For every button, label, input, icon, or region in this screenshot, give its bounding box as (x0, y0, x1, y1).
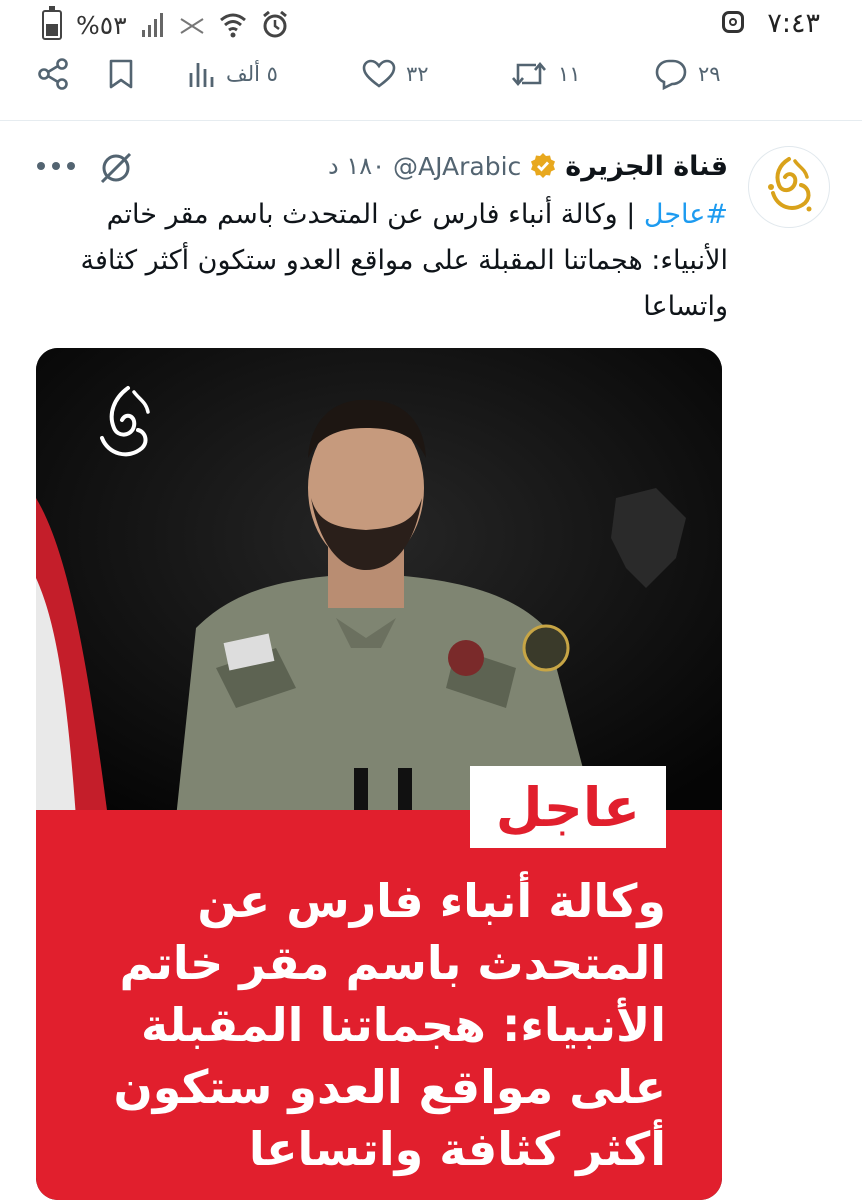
media-photo-background (36, 348, 722, 818)
grok-icon[interactable] (96, 148, 136, 188)
hashtag-link[interactable]: #عاجل (644, 199, 728, 230)
views-count: ٥ ألف (226, 62, 278, 86)
battery-percentage: %٥٣ (76, 10, 127, 40)
media-headline: وكالة أنباء فارس عن المتحدث باسم مقر خات… (113, 874, 666, 1176)
wifi-icon (219, 13, 246, 38)
likes-count: ٣٢ (406, 62, 429, 86)
status-bar: ٧:٤٣ %٥٣ (0, 0, 862, 48)
retweet-icon (512, 61, 546, 87)
tweet-divider (0, 120, 862, 121)
heart-icon (362, 59, 396, 88)
battery-icon (42, 6, 62, 40)
bookmark-button[interactable] (106, 50, 136, 98)
instagram-icon (722, 11, 744, 33)
author-avatar[interactable] (748, 146, 830, 228)
retweet-button[interactable]: ١١ (510, 50, 581, 98)
tweet-time[interactable]: ١٨٠ د (328, 152, 385, 180)
author-name[interactable]: قناة الجزيرة (565, 151, 728, 182)
alarm-icon (262, 11, 287, 38)
retweets-count: ١١ (558, 62, 581, 86)
breaking-badge: عاجل (469, 766, 666, 848)
tweet-action-bar: ٥ ألف ٣٢ ١١ ٢٩ (0, 50, 862, 98)
author-handle[interactable]: @AJArabic (393, 152, 521, 181)
more-options-icon[interactable] (36, 160, 76, 172)
aljazeera-logo (768, 157, 812, 212)
views-icon (189, 63, 214, 87)
bookmark-icon (109, 59, 133, 89)
status-indicators: %٥٣ (42, 6, 289, 42)
tweet-text: #عاجل | وكالة أنباء فارس عن المتحدث باسم… (38, 192, 728, 330)
breaking-badge-text: عاجل (495, 775, 640, 839)
like-button[interactable]: ٣٢ (362, 50, 429, 98)
status-time: ٧:٤٣ (767, 8, 820, 39)
share-button[interactable] (36, 50, 70, 98)
tweet-body: | وكالة أنباء فارس عن المتحدث باسم مقر خ… (80, 199, 728, 322)
tweet-header: قناة الجزيرة @AJArabic ١٨٠ د (328, 146, 728, 186)
vibrate-icon (180, 18, 204, 34)
share-icon (38, 58, 68, 90)
reply-button[interactable]: ٢٩ (654, 50, 721, 98)
views-button[interactable]: ٥ ألف (188, 50, 278, 98)
signal-icon (141, 13, 163, 37)
replies-count: ٢٩ (698, 62, 721, 86)
reply-icon (655, 59, 687, 90)
tweet-media-image[interactable]: عاجل وكالة أنباء فارس عن المتحدث باسم مق… (36, 348, 722, 1200)
verified-badge-icon (531, 153, 556, 178)
